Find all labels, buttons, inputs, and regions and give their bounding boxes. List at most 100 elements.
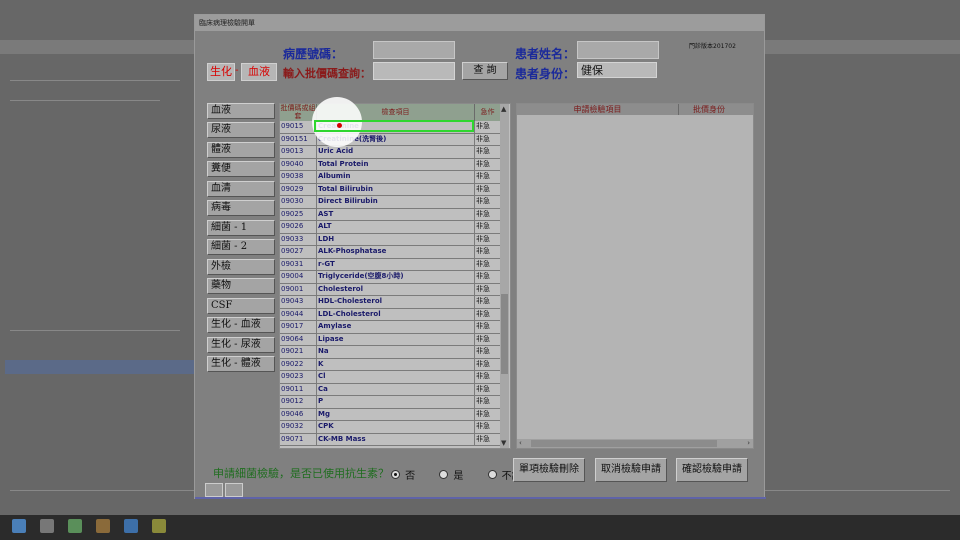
row-urgent[interactable]: 非急 bbox=[476, 434, 500, 445]
test-row[interactable]: 09011 Ca 非急 bbox=[280, 383, 500, 396]
radio-unknown[interactable] bbox=[487, 470, 497, 479]
header-price-identity[interactable]: 批價身份 bbox=[679, 104, 739, 115]
category-button[interactable]: 血液 bbox=[207, 103, 275, 119]
scroll-down-icon[interactable]: ▼ bbox=[501, 439, 506, 447]
category-button[interactable]: 生化 - 尿液 bbox=[207, 337, 275, 353]
test-row[interactable]: 09064 Lipase 非急 bbox=[280, 333, 500, 346]
test-row[interactable]: 09026 ALT 非急 bbox=[280, 221, 500, 234]
category-button[interactable]: 生化 - 血液 bbox=[207, 317, 275, 333]
delete-item-button[interactable]: 單項檢驗刪除 bbox=[513, 458, 585, 482]
test-row[interactable]: 09021 Na 非急 bbox=[280, 346, 500, 359]
row-item-name: Amylase bbox=[318, 322, 352, 330]
status-box[interactable] bbox=[205, 483, 223, 497]
row-urgent[interactable]: 非急 bbox=[476, 421, 500, 432]
row-urgent[interactable]: 非急 bbox=[476, 234, 500, 245]
category-button[interactable]: 血清 bbox=[207, 181, 275, 197]
test-row[interactable]: 09032 CPK 非急 bbox=[280, 421, 500, 434]
row-urgent[interactable]: 非急 bbox=[476, 309, 500, 320]
confirm-request-button[interactable]: 確認檢驗申請 bbox=[676, 458, 748, 482]
test-row[interactable]: 09001 Cholesterol 非急 bbox=[280, 283, 500, 296]
row-urgent[interactable]: 非急 bbox=[476, 346, 500, 357]
row-urgent[interactable]: 非急 bbox=[476, 321, 500, 332]
cancel-request-button[interactable]: 取消檢驗申請 bbox=[595, 458, 667, 482]
start-icon[interactable] bbox=[12, 519, 26, 533]
test-row[interactable]: 09043 HDL-Cholesterol 非急 bbox=[280, 296, 500, 309]
scroll-right-icon[interactable]: › bbox=[747, 439, 750, 448]
requested-grid-hscrollbar[interactable]: ‹ › bbox=[517, 439, 753, 448]
row-urgent[interactable]: 非急 bbox=[476, 146, 500, 157]
test-row[interactable]: 09071 CK-MB Mass 非急 bbox=[280, 433, 500, 446]
test-row[interactable]: 09029 Total Bilirubin 非急 bbox=[280, 183, 500, 196]
patient-name-field[interactable] bbox=[577, 41, 659, 59]
category-button[interactable]: 細菌 - 1 bbox=[207, 220, 275, 236]
taskbar-app-icon[interactable] bbox=[40, 519, 54, 533]
test-row[interactable]: 09004 Triglyceride(空腹8小時) 非急 bbox=[280, 271, 500, 284]
status-box[interactable] bbox=[225, 483, 243, 497]
test-row[interactable]: 09022 K 非急 bbox=[280, 358, 500, 371]
category-button[interactable]: CSF bbox=[207, 298, 275, 314]
test-row[interactable]: 09040 Total Protein 非急 bbox=[280, 158, 500, 171]
test-row[interactable]: 09030 Direct Bilirubin 非急 bbox=[280, 196, 500, 209]
test-row[interactable]: 090151Creatinine(洗腎後)非急 bbox=[280, 133, 500, 146]
row-urgent[interactable]: 非急 bbox=[476, 259, 500, 270]
test-row[interactable]: 09038 Albumin 非急 bbox=[280, 171, 500, 184]
category-button[interactable]: 尿液 bbox=[207, 122, 275, 138]
test-row[interactable]: 09044 LDL-Cholesterol 非急 bbox=[280, 308, 500, 321]
test-row[interactable]: 09023 Cl 非急 bbox=[280, 371, 500, 384]
row-urgent[interactable]: 非急 bbox=[476, 221, 500, 232]
header-urgent[interactable]: 急作 bbox=[475, 104, 500, 121]
category-button[interactable]: 體液 bbox=[207, 142, 275, 158]
radio-yes[interactable] bbox=[439, 470, 449, 479]
category-button[interactable]: 藥物 bbox=[207, 278, 275, 294]
test-row[interactable]: 09031 r-GT 非急 bbox=[280, 258, 500, 271]
category-button[interactable]: 糞便 bbox=[207, 161, 275, 177]
scroll-left-icon[interactable]: ‹ bbox=[519, 439, 522, 448]
hscroll-thumb[interactable] bbox=[531, 440, 717, 447]
test-row[interactable]: 09027 ALK-Phosphatase 非急 bbox=[280, 246, 500, 259]
category-button[interactable]: 病毒 bbox=[207, 200, 275, 216]
row-urgent[interactable]: 非急 bbox=[476, 284, 500, 295]
row-code: 09011 bbox=[281, 384, 304, 393]
test-grid-scrollbar[interactable]: ▲ ▼ bbox=[500, 104, 509, 448]
row-urgent[interactable]: 非急 bbox=[476, 359, 500, 370]
row-item-name: Triglyceride(空腹8小時) bbox=[318, 272, 404, 280]
query-button[interactable]: 查 詢 bbox=[462, 62, 508, 80]
price-code-input[interactable] bbox=[373, 62, 455, 80]
test-row[interactable]: 09012 P 非急 bbox=[280, 396, 500, 409]
row-urgent[interactable]: 非急 bbox=[476, 196, 500, 207]
header-requested-item[interactable]: 申請檢驗項目 bbox=[517, 104, 679, 115]
row-urgent[interactable]: 非急 bbox=[476, 271, 500, 282]
test-row[interactable]: 09017 Amylase 非急 bbox=[280, 321, 500, 334]
test-row[interactable]: 09046 Mg 非急 bbox=[280, 408, 500, 421]
row-urgent[interactable]: 非急 bbox=[476, 396, 500, 407]
test-row[interactable]: 09013 Uric Acid 非急 bbox=[280, 146, 500, 159]
row-urgent[interactable]: 非急 bbox=[476, 296, 500, 307]
row-urgent[interactable]: 非急 bbox=[476, 371, 500, 382]
radio-no[interactable] bbox=[391, 470, 400, 479]
taskbar-app-icon[interactable] bbox=[124, 519, 138, 533]
row-urgent[interactable]: 非急 bbox=[476, 334, 500, 345]
taskbar-app-icon[interactable] bbox=[96, 519, 110, 533]
row-urgent[interactable]: 非急 bbox=[476, 384, 500, 395]
scroll-up-icon[interactable]: ▲ bbox=[501, 105, 506, 113]
radio-no-label: 否 bbox=[405, 471, 416, 482]
row-urgent[interactable]: 非急 bbox=[476, 171, 500, 182]
row-urgent[interactable]: 非急 bbox=[476, 246, 500, 257]
row-urgent[interactable]: 非急 bbox=[476, 159, 500, 170]
taskbar-app-icon[interactable] bbox=[68, 519, 82, 533]
row-code: 09013 bbox=[281, 147, 304, 155]
row-urgent[interactable]: 非急 bbox=[476, 209, 500, 220]
chart-number-field[interactable] bbox=[373, 41, 455, 59]
row-urgent[interactable]: 非急 bbox=[476, 134, 500, 145]
test-row[interactable]: 09033 LDH 非急 bbox=[280, 233, 500, 246]
scroll-thumb[interactable] bbox=[501, 294, 508, 374]
row-item-name: Total Bilirubin bbox=[318, 184, 373, 193]
row-urgent[interactable]: 非急 bbox=[476, 184, 500, 195]
test-row[interactable]: 09025 AST 非急 bbox=[280, 208, 500, 221]
category-button[interactable]: 外檢 bbox=[207, 259, 275, 275]
row-urgent[interactable]: 非急 bbox=[476, 409, 500, 420]
category-button[interactable]: 生化 - 體液 bbox=[207, 356, 275, 372]
row-urgent[interactable]: 非急 bbox=[476, 121, 500, 132]
taskbar-app-icon[interactable] bbox=[152, 519, 166, 533]
category-button[interactable]: 細菌 - 2 bbox=[207, 239, 275, 255]
